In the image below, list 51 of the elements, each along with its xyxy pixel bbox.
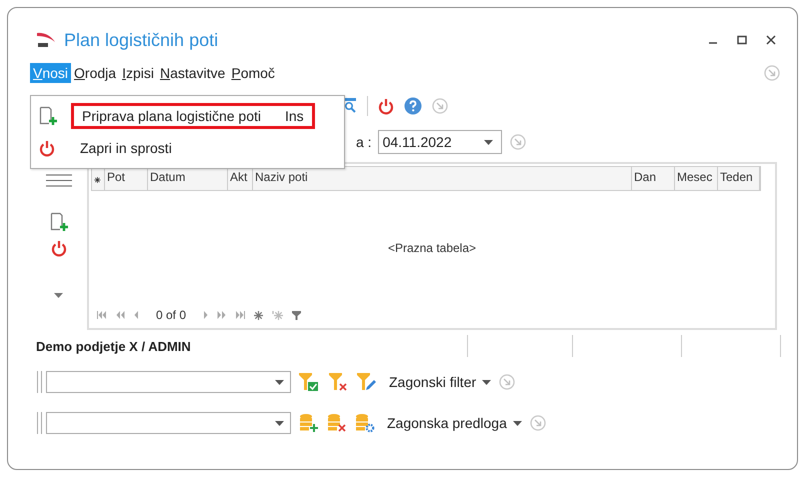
column-header[interactable]: Dan [632, 167, 675, 190]
column-header[interactable]: Mesec [675, 167, 718, 190]
filter-menu-button[interactable]: Zagonski filter [389, 374, 492, 390]
last-record-icon[interactable] [235, 311, 246, 319]
first-record-icon[interactable] [97, 311, 107, 319]
empty-table-text: <Prazna tabela> [388, 240, 476, 254]
previous-record-icon[interactable] [134, 311, 139, 319]
power-icon[interactable] [378, 98, 394, 114]
template-menu-button[interactable]: Zagonska predloga [387, 415, 522, 431]
caret-icon [275, 420, 284, 426]
database-settings-icon[interactable] [355, 413, 375, 433]
database-remove-icon[interactable] [327, 413, 347, 433]
search-icon[interactable] [345, 98, 357, 114]
filter-edit-icon[interactable] [357, 372, 377, 392]
database-add-icon[interactable] [299, 413, 319, 433]
filter-remove-icon[interactable] [329, 372, 349, 392]
caret-icon [482, 380, 492, 384]
record-counter: 0 of 0 [156, 308, 186, 322]
previous-page-icon[interactable] [116, 311, 125, 319]
menu-item[interactable]: Priprava plana logistične poti Ins [71, 103, 315, 129]
menu-item[interactable]: Orodja [71, 62, 120, 82]
asterisk-icon[interactable] [272, 310, 284, 320]
app-logo-icon [36, 30, 56, 50]
power-icon[interactable] [39, 140, 55, 156]
new-document-icon[interactable] [50, 212, 68, 232]
menu-item[interactable]: Zapri in sprosti [69, 135, 183, 161]
menu-item[interactable]: Pomoč [228, 62, 278, 82]
power-icon[interactable] [50, 240, 66, 257]
new-document-icon[interactable] [39, 106, 57, 126]
next-record-icon[interactable] [203, 311, 208, 319]
date-field[interactable]: 04.11.2022 [378, 130, 502, 154]
caret-icon [275, 380, 284, 384]
menu-icon[interactable] [46, 174, 72, 187]
asterisk-icon[interactable] [254, 310, 264, 320]
help-icon[interactable] [404, 97, 422, 115]
filter-icon[interactable] [292, 310, 302, 320]
caret-icon[interactable] [54, 293, 63, 298]
maximize-icon[interactable] [737, 35, 747, 45]
close-icon[interactable] [766, 35, 776, 45]
window-title: Plan logističnih poti [64, 30, 218, 50]
template-dropdown[interactable] [46, 412, 291, 434]
filter-dropdown[interactable] [46, 371, 291, 393]
caret-icon [512, 420, 522, 426]
caret-icon [484, 140, 493, 144]
filter-check-icon[interactable] [299, 372, 321, 392]
company-user-text: Demo podjetje X / ADMIN [36, 338, 192, 354]
next-page-icon[interactable] [217, 311, 226, 319]
menu-item[interactable]: Nastavitve [156, 62, 228, 82]
column-header[interactable]: Teden [718, 167, 760, 190]
menu-item[interactable]: Izpisi [119, 62, 157, 82]
field-label: a : [356, 134, 372, 150]
